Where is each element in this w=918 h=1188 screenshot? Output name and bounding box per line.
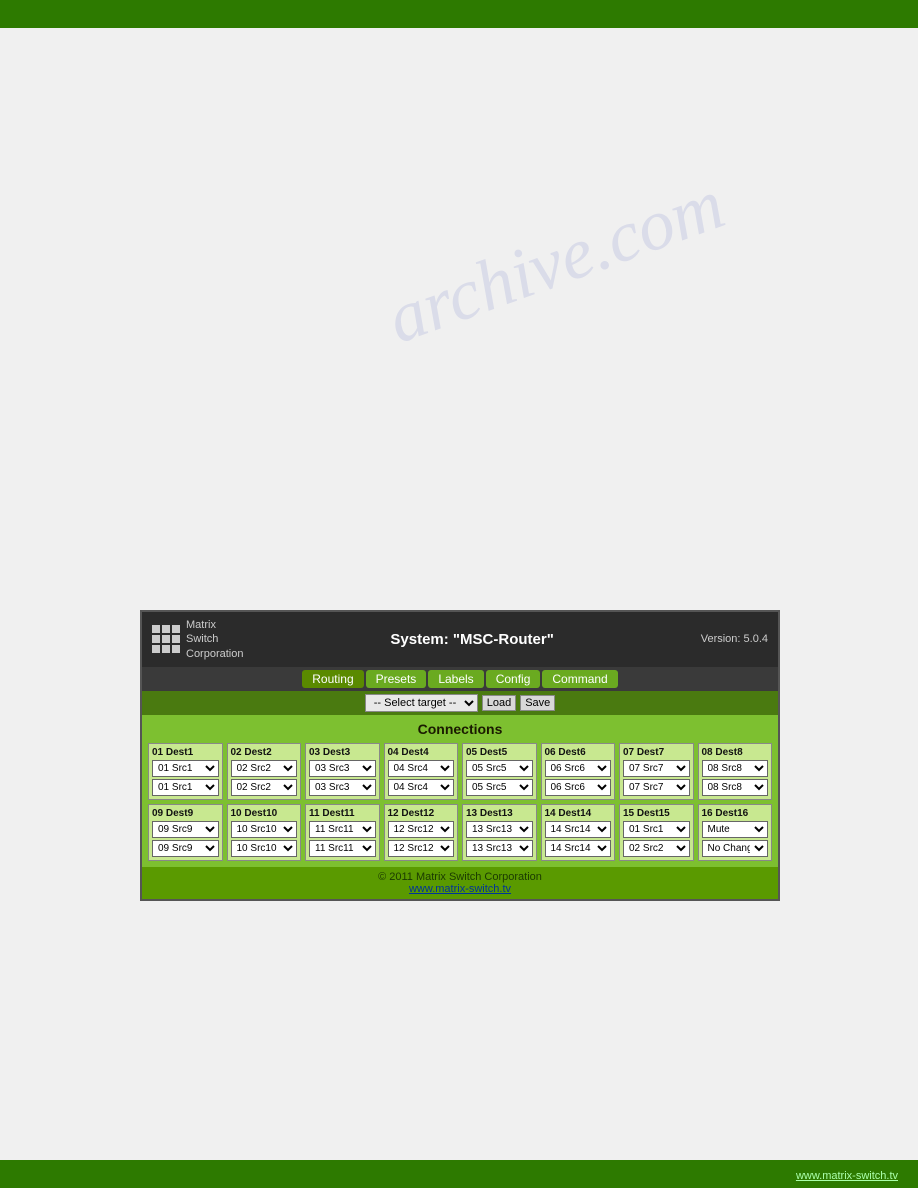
- dest-select-3-2[interactable]: 03 Src3: [309, 779, 376, 796]
- dest-select-1-1[interactable]: 01 Src1: [152, 760, 219, 777]
- dest-cell-8: 08 Dest8 08 Src8 08 Src8: [698, 743, 773, 800]
- dest-select-6-2[interactable]: 06 Src6: [545, 779, 612, 796]
- dest-cell-9: 09 Dest9 09 Src9 09 Src9: [148, 804, 223, 861]
- dest-label-12: 12 Dest12: [388, 808, 455, 819]
- tab-presets[interactable]: Presets: [366, 670, 427, 688]
- system-title: System: "MSC-Router": [243, 631, 700, 648]
- tab-config[interactable]: Config: [486, 670, 541, 688]
- dest-select-10-2[interactable]: 10 Src10: [231, 840, 298, 857]
- dest-select-7-2[interactable]: 07 Src7: [623, 779, 690, 796]
- dest-cell-6: 06 Dest6 06 Src6 06 Src6: [541, 743, 616, 800]
- dest-select-5-2[interactable]: 05 Src5: [466, 779, 533, 796]
- content-area: Connections 01 Dest1 01 Src1 01 Src1 02 Des…: [142, 715, 778, 867]
- footer-copyright: © 2011 Matrix Switch Corporation: [146, 871, 774, 883]
- dest-cell-7: 07 Dest7 07 Src7 07 Src7: [619, 743, 694, 800]
- dest-select-4-2[interactable]: 04 Src4: [388, 779, 455, 796]
- logo-grid: [152, 625, 180, 653]
- dest-select-15-2[interactable]: 02 Src2: [623, 840, 690, 857]
- dest-label-11: 11 Dest11: [309, 808, 376, 819]
- dest-label-15: 15 Dest15: [623, 808, 690, 819]
- header-row: Matrix Switch Corporation System: "MSC-R…: [142, 612, 778, 667]
- tab-routing[interactable]: Routing: [302, 670, 363, 688]
- connections-grid: 01 Dest101 Src101 Src102 Dest202 Src202 …: [148, 743, 772, 861]
- dest-select-3-1[interactable]: 03 Src3: [309, 760, 376, 777]
- dest-label-10: 10 Dest10: [231, 808, 298, 819]
- dest-cell-10: 10 Dest10 10 Src10 10 Src10: [227, 804, 302, 861]
- dest-cell-3: 03 Dest3 03 Src3 03 Src3: [305, 743, 380, 800]
- dest-label-5: 05 Dest5: [466, 747, 533, 758]
- connections-title: Connections: [148, 721, 772, 737]
- dest-select-13-2[interactable]: 13 Src13: [466, 840, 533, 857]
- dest-select-5-1[interactable]: 05 Src5: [466, 760, 533, 777]
- dest-select-2-1[interactable]: 02 Src2: [231, 760, 298, 777]
- dest-cell-16: 16 Dest16 Mute No Change: [698, 804, 773, 861]
- load-button[interactable]: Load: [482, 695, 516, 711]
- dest-select-9-2[interactable]: 09 Src9: [152, 840, 219, 857]
- logo-area: Matrix Switch Corporation: [152, 618, 243, 661]
- dest-select-14-1[interactable]: 14 Src14: [545, 821, 612, 838]
- toolbar-row: -- Select target -- Load Save: [142, 691, 778, 715]
- dest-label-7: 07 Dest7: [623, 747, 690, 758]
- dest-label-14: 14 Dest14: [545, 808, 612, 819]
- version-text: Version: 5.0.4: [701, 633, 768, 645]
- dest-cell-2: 02 Dest2 02 Src2 02 Src2: [227, 743, 302, 800]
- target-select[interactable]: -- Select target --: [365, 694, 478, 712]
- footer-link[interactable]: www.matrix-switch.tv: [409, 883, 511, 895]
- dest-select-15-1[interactable]: 01 Src1: [623, 821, 690, 838]
- bottom-bar: www.matrix-switch.tv: [0, 1160, 918, 1188]
- dest-label-6: 06 Dest6: [545, 747, 612, 758]
- dest-label-3: 03 Dest3: [309, 747, 376, 758]
- logo-text: Matrix Switch Corporation: [186, 618, 243, 661]
- dest-select-16-2[interactable]: No Change: [702, 840, 769, 857]
- dest-cell-12: 12 Dest12 12 Src12 12 Src12: [384, 804, 459, 861]
- dest-select-14-2[interactable]: 14 Src14: [545, 840, 612, 857]
- dest-label-8: 08 Dest8: [702, 747, 769, 758]
- tab-labels[interactable]: Labels: [428, 670, 483, 688]
- dest-select-2-2[interactable]: 02 Src2: [231, 779, 298, 796]
- dest-select-6-1[interactable]: 06 Src6: [545, 760, 612, 777]
- dest-label-4: 04 Dest4: [388, 747, 455, 758]
- dest-select-13-1[interactable]: 13 Src13: [466, 821, 533, 838]
- watermark: archive.com: [376, 162, 734, 360]
- dest-label-2: 02 Dest2: [231, 747, 298, 758]
- dest-select-12-1[interactable]: 12 Src12: [388, 821, 455, 838]
- dest-label-13: 13 Dest13: [466, 808, 533, 819]
- dest-label-9: 09 Dest9: [152, 808, 219, 819]
- nav-tabs: Routing Presets Labels Config Command: [142, 667, 778, 691]
- dest-select-8-2[interactable]: 08 Src8: [702, 779, 769, 796]
- dest-select-16-1[interactable]: Mute: [702, 821, 769, 838]
- dest-select-10-1[interactable]: 10 Src10: [231, 821, 298, 838]
- dest-select-7-1[interactable]: 07 Src7: [623, 760, 690, 777]
- dest-cell-15: 15 Dest15 01 Src1 02 Src2: [619, 804, 694, 861]
- tab-command[interactable]: Command: [542, 670, 617, 688]
- dest-select-9-1[interactable]: 09 Src9: [152, 821, 219, 838]
- save-button[interactable]: Save: [520, 695, 555, 711]
- main-panel: Matrix Switch Corporation System: "MSC-R…: [140, 610, 780, 901]
- dest-label-16: 16 Dest16: [702, 808, 769, 819]
- dest-select-4-1[interactable]: 04 Src4: [388, 760, 455, 777]
- panel-footer: © 2011 Matrix Switch Corporation www.mat…: [142, 867, 778, 899]
- dest-cell-4: 04 Dest4 04 Src4 04 Src4: [384, 743, 459, 800]
- dest-cell-1: 01 Dest1 01 Src1 01 Src1: [148, 743, 223, 800]
- dest-select-12-2[interactable]: 12 Src12: [388, 840, 455, 857]
- dest-select-11-1[interactable]: 11 Src11: [309, 821, 376, 838]
- dest-cell-11: 11 Dest11 11 Src11 11 Src11: [305, 804, 380, 861]
- dest-label-1: 01 Dest1: [152, 747, 219, 758]
- dest-select-8-1[interactable]: 08 Src8: [702, 760, 769, 777]
- dest-select-11-2[interactable]: 11 Src11: [309, 840, 376, 857]
- dest-select-1-2[interactable]: 01 Src1: [152, 779, 219, 796]
- top-bar: [0, 0, 918, 28]
- dest-cell-13: 13 Dest13 13 Src13 13 Src13: [462, 804, 537, 861]
- dest-cell-5: 05 Dest5 05 Src5 05 Src5: [462, 743, 537, 800]
- bottom-bar-text: www.matrix-switch.tv: [796, 1170, 898, 1182]
- dest-cell-14: 14 Dest14 14 Src14 14 Src14: [541, 804, 616, 861]
